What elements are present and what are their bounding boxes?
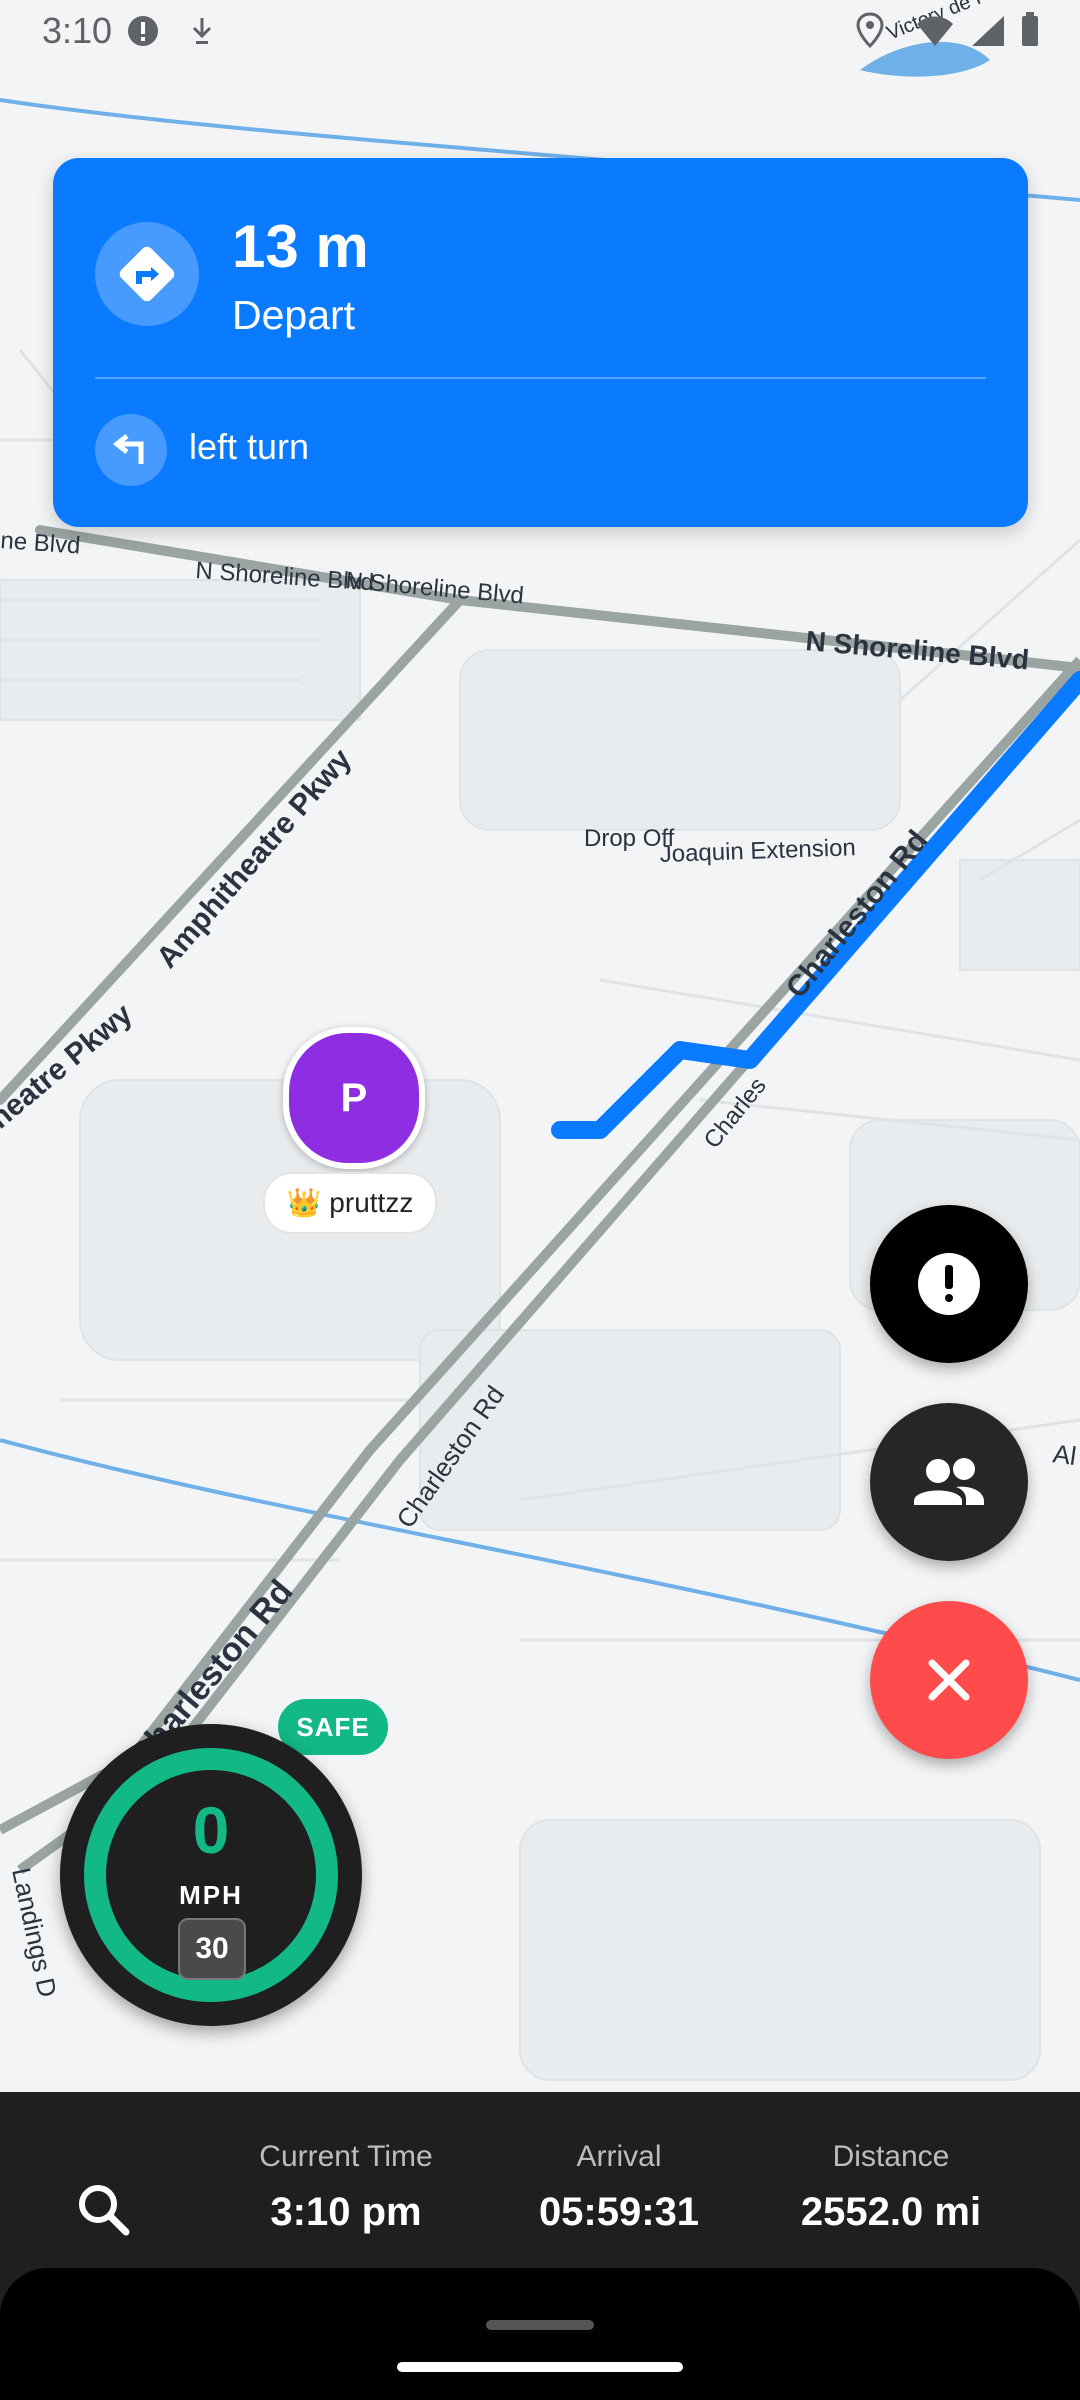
speed-ring — [84, 1748, 338, 2002]
next-maneuver-icon-container — [95, 414, 167, 486]
user-name-tag[interactable]: 👑 pruttzz — [263, 1172, 437, 1234]
download-status-icon — [192, 18, 212, 44]
navigation-banner[interactable]: 13 m Depart left turn — [53, 158, 1028, 527]
speed-unit: MPH — [179, 1880, 243, 1910]
maneuver-icon-container — [95, 222, 199, 326]
map-label-13: Al — [1051, 1438, 1078, 1471]
distance-value: 2552.0 mi — [800, 2190, 982, 2234]
map-label-11: ne Blvd — [0, 527, 81, 560]
turn-left-icon — [112, 434, 144, 464]
status-time: 3:10 — [42, 10, 113, 51]
distance-label: Distance — [832, 2140, 950, 2173]
banner-divider — [95, 377, 986, 379]
battery-status-icon — [1022, 12, 1038, 46]
current-time-label: Current Time — [259, 2140, 433, 2173]
people-icon — [914, 1458, 984, 1505]
turn-right-sign-icon — [119, 246, 175, 302]
current-time-stat: Current Time 3:10 pm — [216, 2140, 476, 2235]
status-bar: 3:10 — [0, 0, 1080, 62]
search-icon — [79, 2185, 130, 2236]
location-status-icon — [856, 12, 884, 49]
current-time-value: 3:10 pm — [270, 2190, 422, 2234]
speed-limit-badge: 30 — [178, 1918, 246, 1980]
next-maneuver-instruction: left turn — [189, 426, 310, 467]
maneuver-distance: 13 m — [232, 213, 369, 280]
close-icon — [928, 1659, 970, 1701]
wifi-status-icon — [917, 16, 954, 46]
arrival-value: 05:59:31 — [538, 2190, 700, 2234]
user-avatar-marker[interactable]: P — [283, 1027, 425, 1169]
home-gesture-bar[interactable] — [397, 2362, 683, 2372]
group-button[interactable] — [870, 1403, 1028, 1561]
arrival-label: Arrival — [576, 2140, 662, 2173]
report-button[interactable] — [870, 1205, 1028, 1363]
speed-value: 0 — [192, 1793, 230, 1867]
distance-stat: Distance 2552.0 mi — [761, 2140, 1021, 2235]
maneuver-instruction: Depart — [232, 292, 356, 338]
sheet-handle[interactable] — [486, 2320, 594, 2330]
speedometer: 0 MPH 30 — [60, 1724, 362, 2026]
alert-status-icon — [128, 16, 158, 46]
gesture-bar-area — [0, 2268, 1080, 2400]
signal-status-icon — [971, 16, 1004, 46]
arrival-stat: Arrival 05:59:31 — [489, 2140, 749, 2235]
cancel-navigation-button[interactable] — [870, 1601, 1028, 1759]
search-button[interactable] — [58, 2164, 152, 2258]
exclamation-icon — [918, 1253, 980, 1315]
